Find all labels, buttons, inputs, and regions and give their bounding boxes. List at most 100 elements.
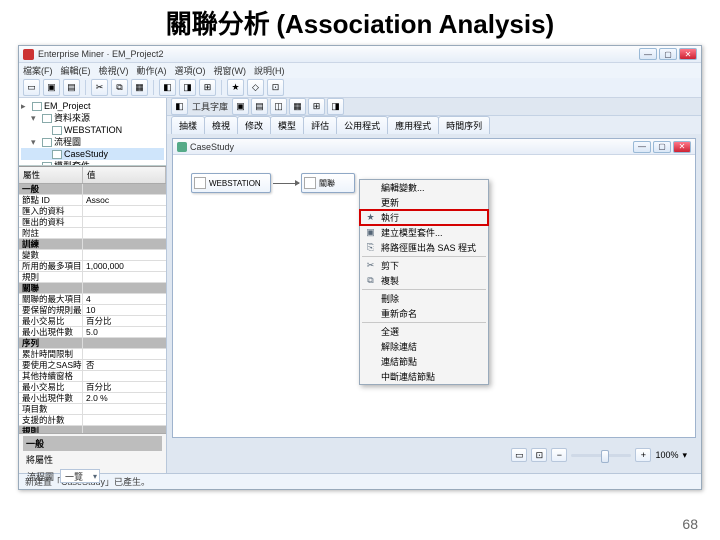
diagram-titlebar: CaseStudy — ▢ ✕ xyxy=(173,139,695,155)
menu-item-icon xyxy=(364,355,377,368)
tool-new[interactable]: ▭ xyxy=(23,79,40,96)
tool-c[interactable]: ⊞ xyxy=(199,79,216,96)
prop-row[interactable]: 關聯的最大項目4 xyxy=(19,294,166,305)
pal-item[interactable]: ▤ xyxy=(251,98,268,115)
node-association[interactable]: 關聯 xyxy=(301,173,355,193)
prop-row[interactable]: 要使用之SAS時間否 xyxy=(19,360,166,371)
tool-d[interactable]: ◇ xyxy=(247,79,264,96)
close-button[interactable]: ✕ xyxy=(679,48,697,60)
tree-root[interactable]: ▸EM_Project xyxy=(21,100,164,112)
pal-item[interactable]: ▦ xyxy=(289,98,306,115)
zoom-100-icon[interactable]: ⊡ xyxy=(531,448,547,462)
project-tree[interactable]: ▸EM_Project ▾資料來源 WEBSTATION ▾流程圖 CaseSt… xyxy=(19,98,166,166)
context-menu-item[interactable]: 解除連結 xyxy=(360,339,488,354)
zoom-bar: ▭ ⊡ − + 100% ▾ xyxy=(511,447,687,463)
prop-row[interactable]: 節點 IDAssoc xyxy=(19,195,166,206)
tree-item[interactable]: ▾資料來源 xyxy=(21,112,164,124)
node-data-source[interactable]: WEBSTATION xyxy=(191,173,271,193)
context-menu-item[interactable]: 全選 xyxy=(360,324,488,339)
tool-copy[interactable]: ⧉ xyxy=(111,79,128,96)
menu-edit[interactable]: 編輯(E) xyxy=(61,64,91,77)
menu-window[interactable]: 視窗(W) xyxy=(214,64,247,77)
context-menu-item[interactable]: ★執行 xyxy=(360,210,488,225)
prop-row[interactable]: 變數 xyxy=(19,250,166,261)
prop-row[interactable]: 項目數 xyxy=(19,404,166,415)
menu-item-label: 編輯變數... xyxy=(381,181,425,194)
tab[interactable]: 修改 xyxy=(237,116,271,134)
prop-row[interactable]: 要保留的規則最小信賴度10 xyxy=(19,305,166,316)
page-number: 68 xyxy=(682,516,698,532)
tab[interactable]: 公用程式 xyxy=(336,116,388,134)
zoom-in-icon[interactable]: + xyxy=(635,448,651,462)
minimize-button[interactable]: — xyxy=(639,48,657,60)
tool-b[interactable]: ◨ xyxy=(179,79,196,96)
prop-row[interactable]: 匯出的資料 xyxy=(19,217,166,228)
inner-minimize[interactable]: — xyxy=(633,141,651,153)
context-menu-item[interactable]: ⎘將路徑匯出為 SAS 程式 xyxy=(360,240,488,255)
context-menu-item[interactable]: ✂剪下 xyxy=(360,258,488,273)
prop-row[interactable]: 最小交易比百分比 xyxy=(19,316,166,327)
pal-item[interactable]: ▣ xyxy=(232,98,249,115)
maximize-button[interactable]: ▢ xyxy=(659,48,677,60)
context-menu-item[interactable]: 刪除 xyxy=(360,291,488,306)
bottom-select[interactable]: 一覽 xyxy=(60,469,100,483)
menu-file[interactable]: 檔案(F) xyxy=(23,64,53,77)
tab[interactable]: 檢視 xyxy=(204,116,238,134)
tool-a[interactable]: ◧ xyxy=(159,79,176,96)
menu-item-label: 執行 xyxy=(381,211,399,224)
pal-item[interactable]: ⊞ xyxy=(308,98,325,115)
inner-maximize[interactable]: ▢ xyxy=(653,141,671,153)
context-menu-item[interactable]: 連結節點 xyxy=(360,354,488,369)
menu-view[interactable]: 檢視(V) xyxy=(99,64,129,77)
connector-arrow[interactable] xyxy=(273,183,299,184)
menu-help[interactable]: 說明(H) xyxy=(254,64,285,77)
tool-paste[interactable]: ▦ xyxy=(131,79,148,96)
tree-item[interactable]: WEBSTATION xyxy=(21,124,164,136)
tool-run[interactable]: ★ xyxy=(227,79,244,96)
property-grid[interactable]: 屬性值 一般節點 IDAssoc匯入的資料匯出的資料附註訓練變數所用的最多項目1… xyxy=(19,166,166,433)
inner-close[interactable]: ✕ xyxy=(673,141,691,153)
tool-e[interactable]: ⊡ xyxy=(267,79,284,96)
menu-item-icon xyxy=(364,196,377,209)
tool-save[interactable]: ▤ xyxy=(63,79,80,96)
pal-item[interactable]: ◨ xyxy=(327,98,344,115)
context-menu-item[interactable]: ⧉複製 xyxy=(360,273,488,288)
zoom-out-icon[interactable]: − xyxy=(551,448,567,462)
tree-item[interactable]: ▾流程圖 xyxy=(21,136,164,148)
menu-action[interactable]: 動作(A) xyxy=(137,64,167,77)
tab[interactable]: 抽樣 xyxy=(171,116,205,134)
tab[interactable]: 模型 xyxy=(270,116,304,134)
diagram-canvas[interactable]: WEBSTATION 關聯 編輯變數...更新★執行▣建立模型套件...⎘將路徑… xyxy=(173,155,695,437)
prop-row[interactable]: 匯入的資料 xyxy=(19,206,166,217)
pal-btn[interactable]: ◧ xyxy=(171,98,188,115)
slide-title-en: (Association Analysis) xyxy=(276,9,554,39)
tool-cut[interactable]: ✂ xyxy=(91,79,108,96)
prop-row[interactable]: 最小出現件數5.0 xyxy=(19,327,166,338)
zoom-slider[interactable] xyxy=(571,454,631,457)
tab[interactable]: 評估 xyxy=(303,116,337,134)
prop-row[interactable]: 其他持續窗格 xyxy=(19,371,166,382)
bottom-controls: 流程圖 一覽 xyxy=(27,469,100,483)
tree-item-selected[interactable]: CaseStudy xyxy=(21,148,164,160)
tab[interactable]: 應用程式 xyxy=(387,116,439,134)
context-menu-item[interactable]: ▣建立模型套件... xyxy=(360,225,488,240)
toolbar: ▭ ▣ ▤ ✂ ⧉ ▦ ◧ ◨ ⊞ ★ ◇ ⊡ xyxy=(19,78,701,98)
prop-row[interactable]: 所用的最多項目1,000,000 xyxy=(19,261,166,272)
context-menu-item[interactable]: 重新命名 xyxy=(360,306,488,321)
prop-row[interactable]: 規則 xyxy=(19,272,166,283)
prop-row[interactable]: 累計時間限制 xyxy=(19,349,166,360)
prop-row[interactable]: 支援的計數 xyxy=(19,415,166,426)
tab[interactable]: 時間序列 xyxy=(438,116,490,134)
menu-options[interactable]: 選項(O) xyxy=(175,64,206,77)
context-menu-item[interactable]: 更新 xyxy=(360,195,488,210)
tool-open[interactable]: ▣ xyxy=(43,79,60,96)
zoom-fit-icon[interactable]: ▭ xyxy=(511,448,527,462)
pal-item[interactable]: ◫ xyxy=(270,98,287,115)
prop-row[interactable]: 最小交易比百分比 xyxy=(19,382,166,393)
prop-row[interactable]: 附註 xyxy=(19,228,166,239)
zoom-dropdown-icon[interactable]: ▾ xyxy=(682,450,687,461)
context-menu-item[interactable]: 編輯變數... xyxy=(360,180,488,195)
help-title: 一般 xyxy=(23,436,162,451)
prop-row[interactable]: 最小出現件數2.0 % xyxy=(19,393,166,404)
context-menu-item[interactable]: 中斷連結節點 xyxy=(360,369,488,384)
